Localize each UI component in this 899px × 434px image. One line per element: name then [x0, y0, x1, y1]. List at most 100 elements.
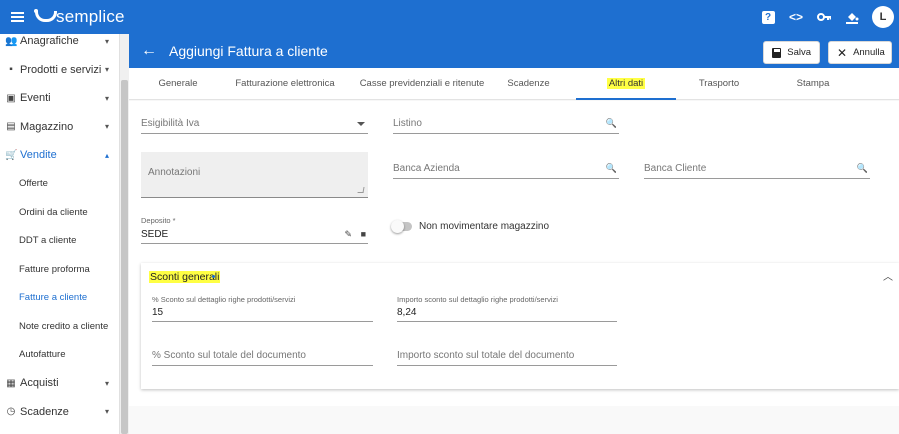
sidebar-item-label: Anagrafiche — [20, 35, 79, 48]
resize-grip-icon[interactable] — [357, 187, 365, 193]
chevron-down-icon: ▾ — [104, 36, 109, 46]
toggle-label: Non movimentare magazzino — [419, 221, 550, 232]
tab-trasporto[interactable]: Trasporto — [694, 68, 744, 100]
tab-stampa[interactable]: Stampa — [793, 68, 833, 100]
chevron-down-icon: ▾ — [104, 378, 109, 388]
chevron-down-icon: ▾ — [104, 122, 109, 132]
back-arrow-icon[interactable]: ← — [129, 42, 169, 60]
importo-totale-input[interactable]: Importo sconto sul totale del documento — [397, 347, 617, 366]
save-button[interactable]: Salva — [763, 41, 820, 64]
sidebar-scrollbar[interactable] — [120, 34, 129, 434]
tab-bar: Generale Fatturazione elettronica Casse … — [129, 68, 899, 100]
sidebar-item-magazzino[interactable]: ▤ Magazzino ▾ — [0, 113, 119, 142]
user-avatar[interactable]: L — [872, 6, 894, 28]
sidebar-item-label: Vendite — [20, 149, 57, 162]
store-icon: ▤ — [6, 121, 16, 133]
format-paint-icon[interactable] — [838, 0, 866, 34]
top-actions: ? <> L — [754, 0, 899, 34]
chevron-down-icon: ▾ — [104, 407, 109, 417]
sidebar-subitem-proforma[interactable]: Fatture proforma — [0, 255, 119, 284]
edit-pencil-icon[interactable]: ✎ — [344, 229, 352, 240]
calendar-icon: ▣ — [6, 92, 16, 104]
sidebar-item-label: Acquisti — [20, 377, 59, 390]
scrollbar-thumb[interactable] — [121, 80, 128, 434]
tab-casse-previdenziali[interactable]: Casse previdenziali e ritenute — [351, 68, 493, 100]
toggle-knob — [391, 220, 404, 233]
chevron-up-icon[interactable]: ︿ — [883, 268, 893, 283]
banca-azienda-input[interactable]: Banca Azienda 🔍 — [393, 160, 619, 179]
cancel-button-label: Annulla — [853, 47, 885, 58]
top-app-bar: semplice ? <> L — [0, 0, 899, 34]
save-button-label: Salva — [787, 47, 811, 58]
help-icon[interactable]: ? — [754, 0, 782, 34]
importo-righe-value: 8,24 — [397, 307, 417, 318]
field-underline — [152, 365, 373, 366]
menu-icon[interactable] — [0, 0, 34, 34]
key-icon[interactable] — [810, 0, 838, 34]
sidebar-item-label: Magazzino — [20, 120, 74, 133]
field-underline — [397, 365, 617, 366]
sidebar-subitem-note-credito[interactable]: Note credito a cliente — [0, 312, 119, 341]
chevron-up-icon: ▴ — [104, 150, 109, 160]
field-underline — [393, 178, 619, 179]
annotazioni-textarea[interactable]: Annotazioni — [141, 152, 368, 198]
card-title-text: Sconti generali — [149, 271, 221, 283]
sconto-righe-value: 15 — [152, 307, 164, 318]
listino-input[interactable]: Listino 🔍 — [393, 115, 619, 134]
banca-cliente-input[interactable]: Banca Cliente 🔍 — [644, 160, 870, 179]
tab-generale[interactable]: Generale — [149, 68, 207, 100]
sidebar-item-label: Scadenze — [20, 405, 69, 418]
sidebar-item-label: Prodotti e servizi — [20, 63, 102, 76]
sidebar-item-eventi[interactable]: ▣ Eventi ▾ — [0, 84, 119, 113]
sidebar-item-anagrafiche[interactable]: 👥 Anagrafiche ▾ — [0, 34, 119, 56]
required-dot — [212, 275, 215, 278]
sidebar-item-prodotti[interactable]: ▪ Prodotti e servizi ▾ — [0, 56, 119, 85]
cart-icon: 🛒 — [5, 149, 18, 161]
main-panel: ← Aggiungi Fattura a cliente Salva ✕ Ann… — [129, 34, 899, 434]
deposito-value: SEDE — [141, 229, 169, 240]
importo-righe-input[interactable]: 8,24 — [397, 305, 617, 322]
app-name: semplice — [56, 7, 125, 26]
importo-totale-label: Importo sconto sul totale del documento — [397, 350, 575, 361]
app-logo[interactable]: semplice — [34, 7, 125, 27]
tab-altri-dati[interactable]: Altri dati — [576, 68, 676, 100]
search-icon[interactable]: 🔍 — [857, 163, 868, 174]
sconto-righe-input[interactable]: 15 — [152, 305, 373, 322]
logo-mark-icon — [34, 9, 57, 23]
tab-fatturazione-elettronica[interactable]: Fatturazione elettronica — [229, 68, 341, 100]
search-icon[interactable]: 🔍 — [606, 163, 617, 174]
chevron-down-icon: ▾ — [104, 93, 109, 103]
sidebar-subitem-ddt[interactable]: DDT a cliente — [0, 227, 119, 256]
cancel-button[interactable]: ✕ Annulla — [828, 41, 892, 64]
sidebar-subitem-autofatture[interactable]: Autofatture — [0, 341, 119, 370]
sidebar-item-acquisti[interactable]: ▦ Acquisti ▾ — [0, 369, 119, 398]
receipt-icon: ▦ — [6, 377, 16, 389]
sidebar-item-vendite[interactable]: 🛒 Vendite ▴ — [0, 141, 119, 170]
deposito-label: Deposito * — [141, 216, 176, 225]
delete-icon[interactable]: ■ — [361, 229, 366, 239]
chevron-down-icon: ▾ — [104, 65, 109, 75]
clock-icon: ◷ — [6, 406, 16, 418]
sconto-righe-label: % Sconto sul dettaglio righe prodotti/se… — [152, 295, 296, 304]
banca-cliente-label: Banca Cliente — [644, 163, 707, 174]
sidebar-subitem-offerte[interactable]: Offerte — [0, 170, 119, 199]
sidebar: 👥 Anagrafiche ▾ ▪ Prodotti e servizi ▾ ▣… — [0, 34, 120, 434]
sidebar-subitem-ordini[interactable]: Ordini da cliente — [0, 198, 119, 227]
deposito-field[interactable]: SEDE ✎ ■ — [141, 226, 368, 244]
annotazioni-label: Annotazioni — [148, 167, 201, 178]
non-movimentare-toggle[interactable] — [391, 220, 412, 233]
code-icon[interactable]: <> — [782, 0, 810, 34]
search-icon[interactable]: 🔍 — [606, 118, 617, 129]
tab-scadenze[interactable]: Scadenze — [501, 68, 556, 100]
listino-label: Listino — [393, 118, 422, 129]
close-icon: ✕ — [837, 45, 848, 60]
caret-down-icon — [357, 122, 365, 126]
sconti-generali-card: Sconti generali ︿ % Sconto sul dettaglio… — [141, 263, 899, 389]
sidebar-item-scadenze[interactable]: ◷ Scadenze ▾ — [0, 398, 119, 427]
sconto-totale-input[interactable]: % Sconto sul totale del documento — [152, 347, 373, 366]
field-underline — [141, 133, 368, 134]
card-title: Sconti generali — [149, 271, 221, 283]
esigibilita-iva-select[interactable]: Esigibilità Iva — [141, 115, 368, 134]
sidebar-subitem-fatture[interactable]: Fatture a cliente — [0, 284, 119, 313]
field-underline — [393, 133, 619, 134]
